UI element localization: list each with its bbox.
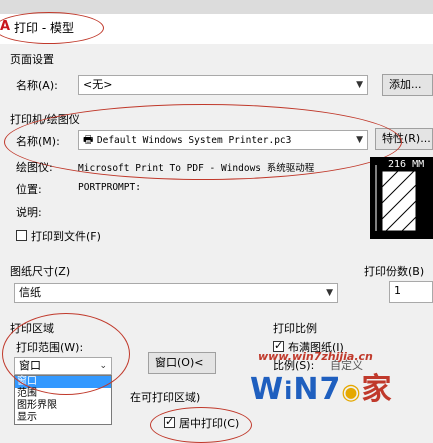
- location-value: PORTPROMPT:: [78, 182, 141, 193]
- print-range-label: 打印范围(W):: [16, 341, 84, 354]
- chevron-down-icon: ▼: [356, 135, 363, 145]
- printer-name-select[interactable]: 🖶 Default Windows System Printer.pc3 ▼: [78, 130, 368, 150]
- chevron-down-icon: ⌄: [99, 361, 107, 371]
- print-area-section-label: 打印区域: [10, 322, 54, 335]
- page-setup-name-select[interactable]: <无> ▼: [78, 75, 368, 95]
- window-select-button[interactable]: 窗口(O)<: [148, 352, 216, 374]
- paper-size-select[interactable]: 信纸 ▼: [14, 283, 338, 303]
- scale-section-label: 打印比例: [273, 322, 317, 335]
- copies-value: 1: [394, 284, 401, 297]
- printer-properties-button[interactable]: 特性(R)...: [375, 128, 433, 150]
- printer-icon: 🖶: [83, 133, 94, 146]
- print-to-file-checkbox[interactable]: [16, 230, 27, 241]
- add-page-setup-button[interactable]: 添加...: [382, 74, 433, 96]
- plotter-label: 绘图仪:: [16, 161, 53, 174]
- print-range-option[interactable]: 范围: [15, 388, 111, 400]
- print-range-select[interactable]: 窗口 ⌄: [14, 357, 112, 375]
- copies-input[interactable]: 1: [389, 281, 433, 303]
- print-range-option[interactable]: 显示: [15, 412, 111, 424]
- location-label: 位置:: [16, 183, 42, 196]
- copies-label: 打印份数(B): [364, 265, 425, 278]
- chevron-down-icon: ▼: [326, 288, 333, 298]
- print-range-option[interactable]: 窗口: [15, 376, 111, 388]
- description-label: 说明:: [16, 206, 42, 219]
- printer-name-value: Default Windows System Printer.pc3: [96, 135, 292, 146]
- page-setup-section-label: 页面设置: [10, 53, 54, 66]
- print-to-file-label: 打印到文件(F): [31, 230, 101, 243]
- page-setup-name-value: <无>: [83, 78, 113, 91]
- watermark-url: www.win7zhijia.cn: [258, 350, 373, 363]
- watermark-brand-num: 7: [319, 372, 342, 407]
- window-title: 打印 - 模型: [14, 21, 74, 35]
- watermark-logo: WiN7◉家: [250, 364, 393, 408]
- watermark-brand-i: i: [284, 377, 294, 405]
- background-app-strip: [0, 0, 433, 14]
- plotter-value: Microsoft Print To PDF - Windows 系统驱动程: [78, 163, 315, 174]
- center-print-checkbox[interactable]: [164, 415, 175, 428]
- autocad-logo-icon: A: [0, 19, 11, 34]
- windows-flag-icon: ◉: [341, 380, 362, 405]
- print-range-dropdown: 窗口 范围 图形界限 显示: [14, 375, 112, 425]
- watermark-brand-zh: 家: [361, 372, 393, 407]
- watermark-brand-n: N: [293, 372, 320, 407]
- paper-dimension-label: 216 MM: [388, 159, 425, 170]
- watermark-brand-w: W: [250, 372, 285, 407]
- printer-section-label: 打印机/绘图仪: [10, 113, 80, 126]
- print-range-option[interactable]: 图形界限: [15, 400, 111, 412]
- paper-size-value: 信纸: [19, 286, 41, 299]
- paper-size-section-label: 图纸尺寸(Z): [10, 265, 71, 278]
- printer-name-label: 名称(M):: [16, 135, 60, 148]
- chevron-down-icon: ▼: [356, 80, 363, 90]
- page-setup-name-label: 名称(A):: [16, 79, 58, 92]
- print-range-value: 窗口: [19, 359, 41, 372]
- print-offset-label-partial: 在可打印区域): [130, 391, 201, 404]
